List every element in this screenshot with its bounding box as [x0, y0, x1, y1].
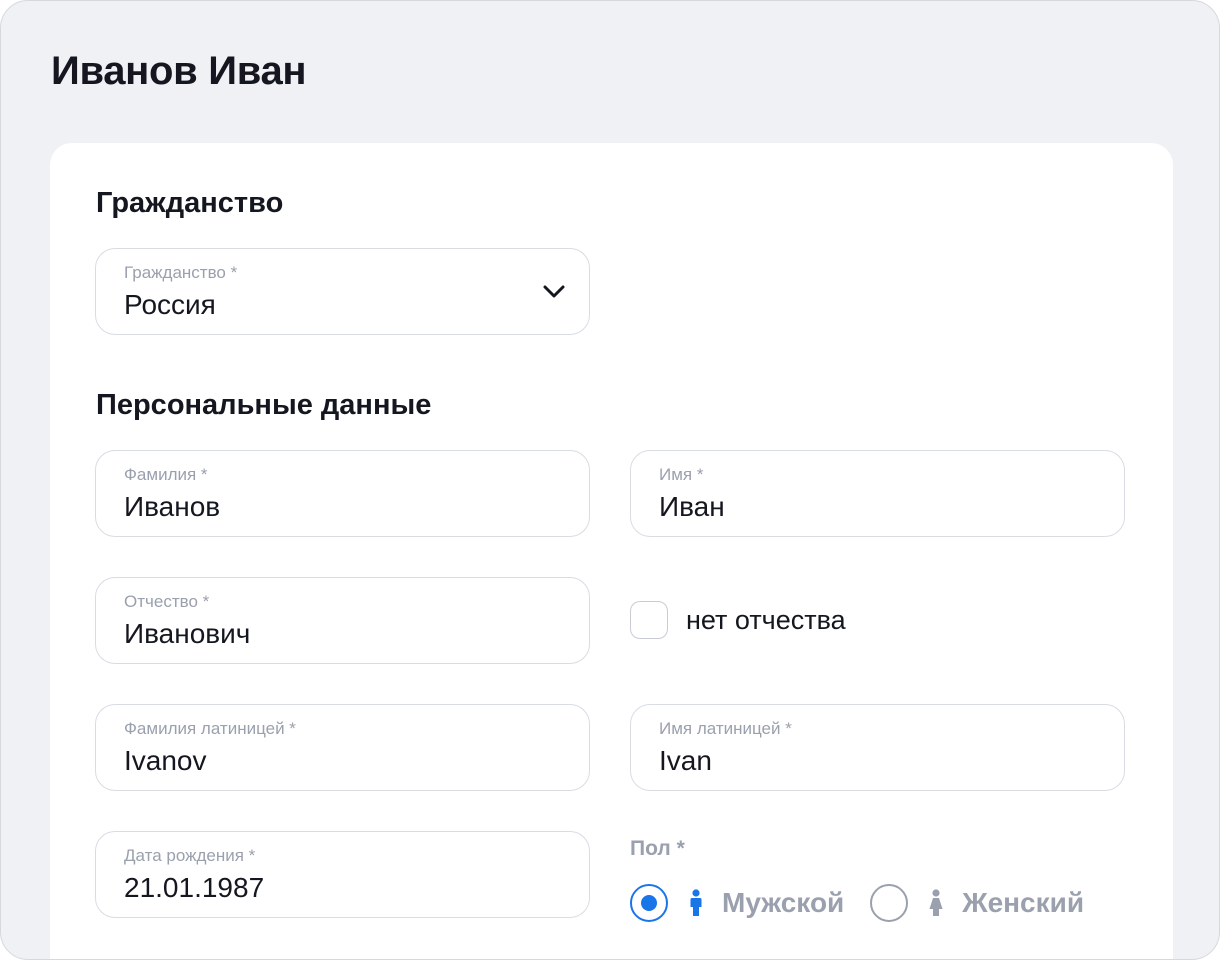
- personal-section-title: Персональные данные: [96, 389, 432, 421]
- birth-date-label: Дата рождения *: [124, 846, 256, 865]
- last-name-value: Иванов: [124, 491, 221, 522]
- gender-radio-group: Мужской Женский: [630, 881, 1084, 925]
- citizenship-select-value: Россия: [124, 289, 216, 320]
- gender-male-label[interactable]: Мужской: [722, 887, 844, 919]
- form-card: Гражданство Гражданство * Россия Персона…: [50, 143, 1173, 959]
- gender-female-label[interactable]: Женский: [962, 887, 1084, 919]
- first-name-latin-value: Ivan: [659, 745, 712, 776]
- male-icon: [690, 889, 702, 916]
- first-name-latin-field[interactable]: Имя латиницей * Ivan: [630, 704, 1125, 791]
- female-icon: [929, 889, 943, 916]
- chevron-down-icon[interactable]: [541, 281, 567, 301]
- patronymic-label: Отчество *: [124, 592, 210, 611]
- page-title: Иванов Иван: [51, 49, 307, 93]
- last-name-latin-field[interactable]: Фамилия латиницей * Ivanov: [95, 704, 590, 791]
- last-name-field[interactable]: Фамилия * Иванов: [95, 450, 590, 537]
- birth-date-value: 21.01.1987: [124, 872, 265, 903]
- first-name-latin-label: Имя латиницей *: [659, 719, 792, 738]
- no-patronymic-row[interactable]: нет отчества: [630, 598, 846, 642]
- first-name-field[interactable]: Имя * Иван: [630, 450, 1125, 537]
- no-patronymic-checkbox[interactable]: [630, 601, 668, 639]
- gender-label: Пол *: [630, 837, 685, 860]
- app-window: Иванов Иван Гражданство Гражданство * Ро…: [0, 0, 1220, 960]
- last-name-latin-value: Ivanov: [124, 745, 207, 776]
- gender-female-radio[interactable]: [870, 884, 909, 922]
- patronymic-value: Иванович: [124, 618, 251, 649]
- patronymic-field[interactable]: Отчество * Иванович: [95, 577, 590, 664]
- gender-male-radio[interactable]: [630, 884, 668, 922]
- first-name-value: Иван: [659, 491, 725, 522]
- citizenship-select-label: Гражданство *: [124, 263, 238, 282]
- citizenship-select[interactable]: Гражданство * Россия: [95, 248, 590, 335]
- birth-date-field[interactable]: Дата рождения * 21.01.1987: [95, 831, 590, 918]
- radio-selected-dot: [641, 895, 657, 911]
- citizenship-section-title: Гражданство: [96, 187, 284, 219]
- first-name-label: Имя *: [659, 465, 704, 484]
- last-name-label: Фамилия *: [124, 465, 208, 484]
- no-patronymic-label[interactable]: нет отчества: [686, 605, 846, 636]
- last-name-latin-label: Фамилия латиницей *: [124, 719, 296, 738]
